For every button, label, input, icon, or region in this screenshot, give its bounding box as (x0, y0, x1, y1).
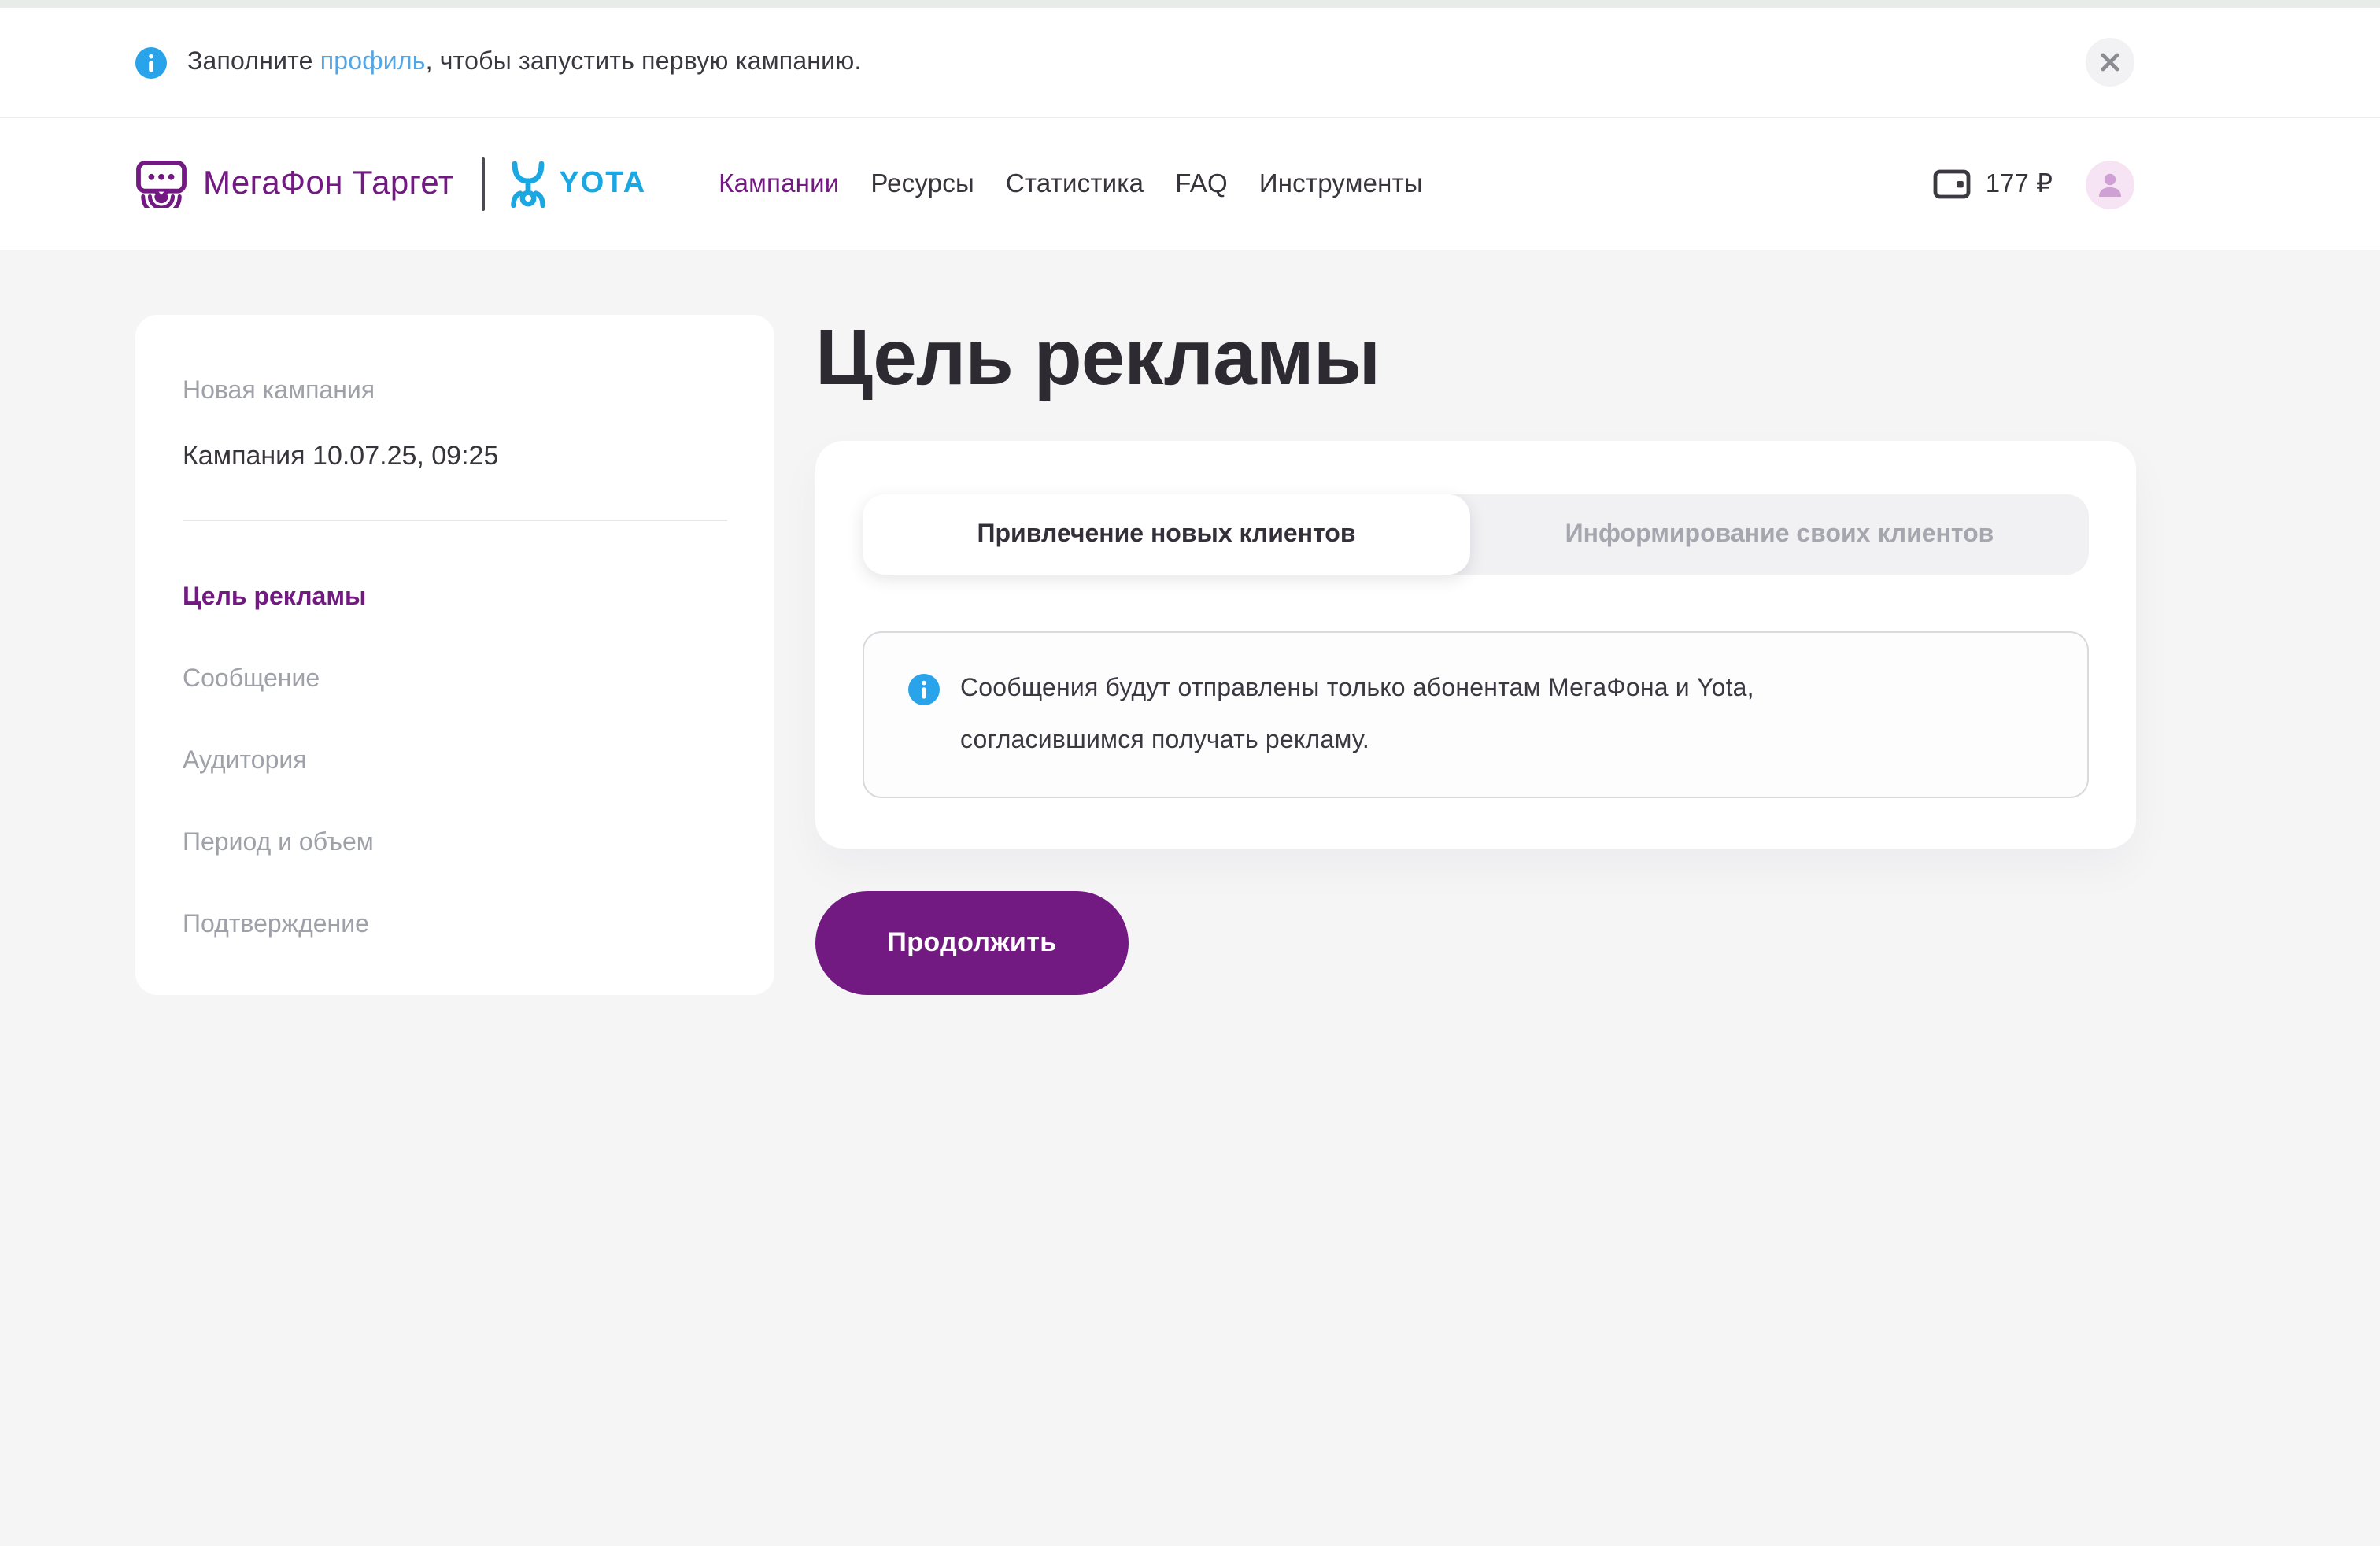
nav-item-campaigns[interactable]: Кампании (719, 169, 839, 199)
campaign-name: Кампания 10.07.25, 09:25 (183, 438, 727, 475)
megafon-target-label: МегаФон Таргет (203, 165, 453, 203)
megafon-logo-icon (135, 161, 187, 208)
nav-item-tools[interactable]: Инструменты (1259, 169, 1423, 199)
balance-widget[interactable]: 177 ₽ (1934, 168, 2053, 200)
info-text: Сообщения будут отправлены только абонен… (960, 663, 1754, 767)
notification-text-after: , чтобы запустить первую кампанию. (426, 48, 862, 75)
info-icon (135, 46, 167, 78)
notification-banner: Заполните профиль, чтобы запустить перву… (0, 8, 2380, 118)
continue-button[interactable]: Продолжить (815, 891, 1129, 995)
info-icon (908, 674, 940, 705)
yota-label: YOTA (559, 167, 646, 202)
balance-amount: 177 ₽ (1986, 168, 2053, 200)
step-confirmation[interactable]: Подтверждение (183, 908, 727, 943)
yota-logo[interactable]: YOTA (510, 161, 646, 208)
steps-list: Цель рекламы Сообщение Аудитория Период … (183, 581, 727, 943)
page: Заполните профиль, чтобы запустить перву… (0, 0, 2380, 1546)
nav-item-statistics[interactable]: Статистика (1006, 169, 1144, 199)
main-column: Цель рекламы Привлечение новых клиентов … (815, 315, 2136, 995)
profile-link[interactable]: профиль (320, 48, 426, 75)
info-text-line2: согласившимся получать рекламу. (960, 715, 1754, 767)
main-nav: Кампании Ресурсы Статистика FAQ Инструме… (719, 169, 1423, 199)
megafon-target-logo[interactable]: МегаФон Таргет (135, 161, 453, 208)
nav-item-resources[interactable]: Ресурсы (870, 169, 974, 199)
goal-tabs: Привлечение новых клиентов Информировани… (863, 494, 2089, 575)
page-title: Цель рекламы (815, 315, 2136, 400)
wallet-icon (1934, 168, 1972, 200)
close-icon (2100, 52, 2120, 72)
user-avatar[interactable] (2086, 160, 2134, 209)
content-area: Новая кампания Кампания 10.07.25, 09:25 … (0, 250, 2380, 995)
header-right: 177 ₽ (1934, 160, 2134, 209)
goal-card: Привлечение новых клиентов Информировани… (815, 441, 2136, 849)
step-goal[interactable]: Цель рекламы (183, 581, 727, 616)
brand-divider (482, 157, 485, 211)
sidebar-subtitle: Новая кампания (183, 375, 727, 409)
notification-text-before: Заполните (187, 48, 320, 75)
nav-item-faq[interactable]: FAQ (1175, 169, 1228, 199)
close-banner-button[interactable] (2086, 38, 2134, 87)
user-icon (2095, 169, 2125, 199)
step-period[interactable]: Период и объем (183, 827, 727, 861)
header: МегаФон Таргет YOTA Кампании Ресурсы Ста… (0, 118, 2380, 250)
info-box: Сообщения будут отправлены только абонен… (863, 631, 2089, 798)
top-strip (0, 0, 2380, 8)
tab-new-clients[interactable]: Привлечение новых клиентов (863, 494, 1470, 575)
sidebar-divider (183, 520, 727, 521)
step-message[interactable]: Сообщение (183, 663, 727, 697)
info-text-line1: Сообщения будут отправлены только абонен… (960, 663, 1754, 715)
step-audience[interactable]: Аудитория (183, 745, 727, 779)
notification-text: Заполните профиль, чтобы запустить перву… (187, 48, 862, 76)
yota-logo-icon (510, 161, 546, 208)
campaign-steps-sidebar: Новая кампания Кампания 10.07.25, 09:25 … (135, 315, 774, 995)
tab-own-clients[interactable]: Информирование своих клиентов (1470, 494, 2089, 575)
